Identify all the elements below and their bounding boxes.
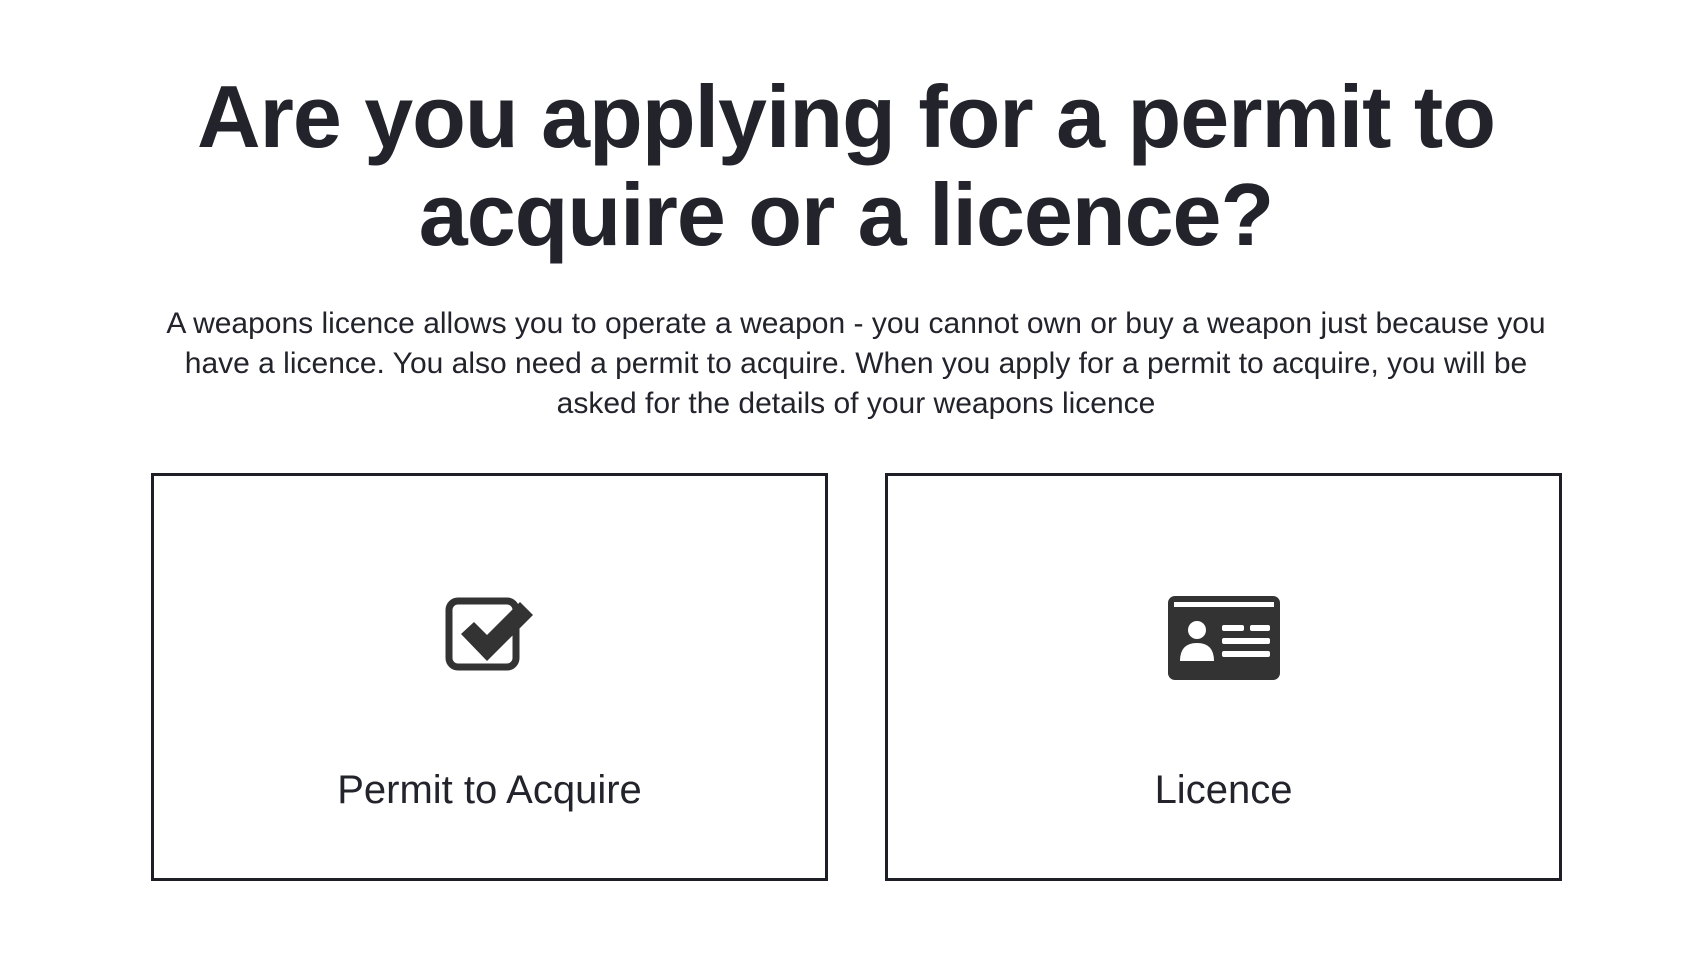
page-description: A weapons licence allows you to operate … (166, 307, 1546, 420)
checkbox-checked-icon (445, 597, 533, 671)
page: Are you applying for a permit to acquire… (0, 0, 1692, 962)
page-title: Are you applying for a permit to acquire… (197, 67, 1496, 264)
id-card-icon (1167, 596, 1280, 680)
option-label-permit: Permit to Acquire (337, 768, 642, 812)
permit-to-acquire-option[interactable]: Permit to Acquire (151, 473, 828, 881)
licence-option[interactable]: Licence (885, 473, 1562, 881)
option-label-licence: Licence (1154, 768, 1293, 812)
